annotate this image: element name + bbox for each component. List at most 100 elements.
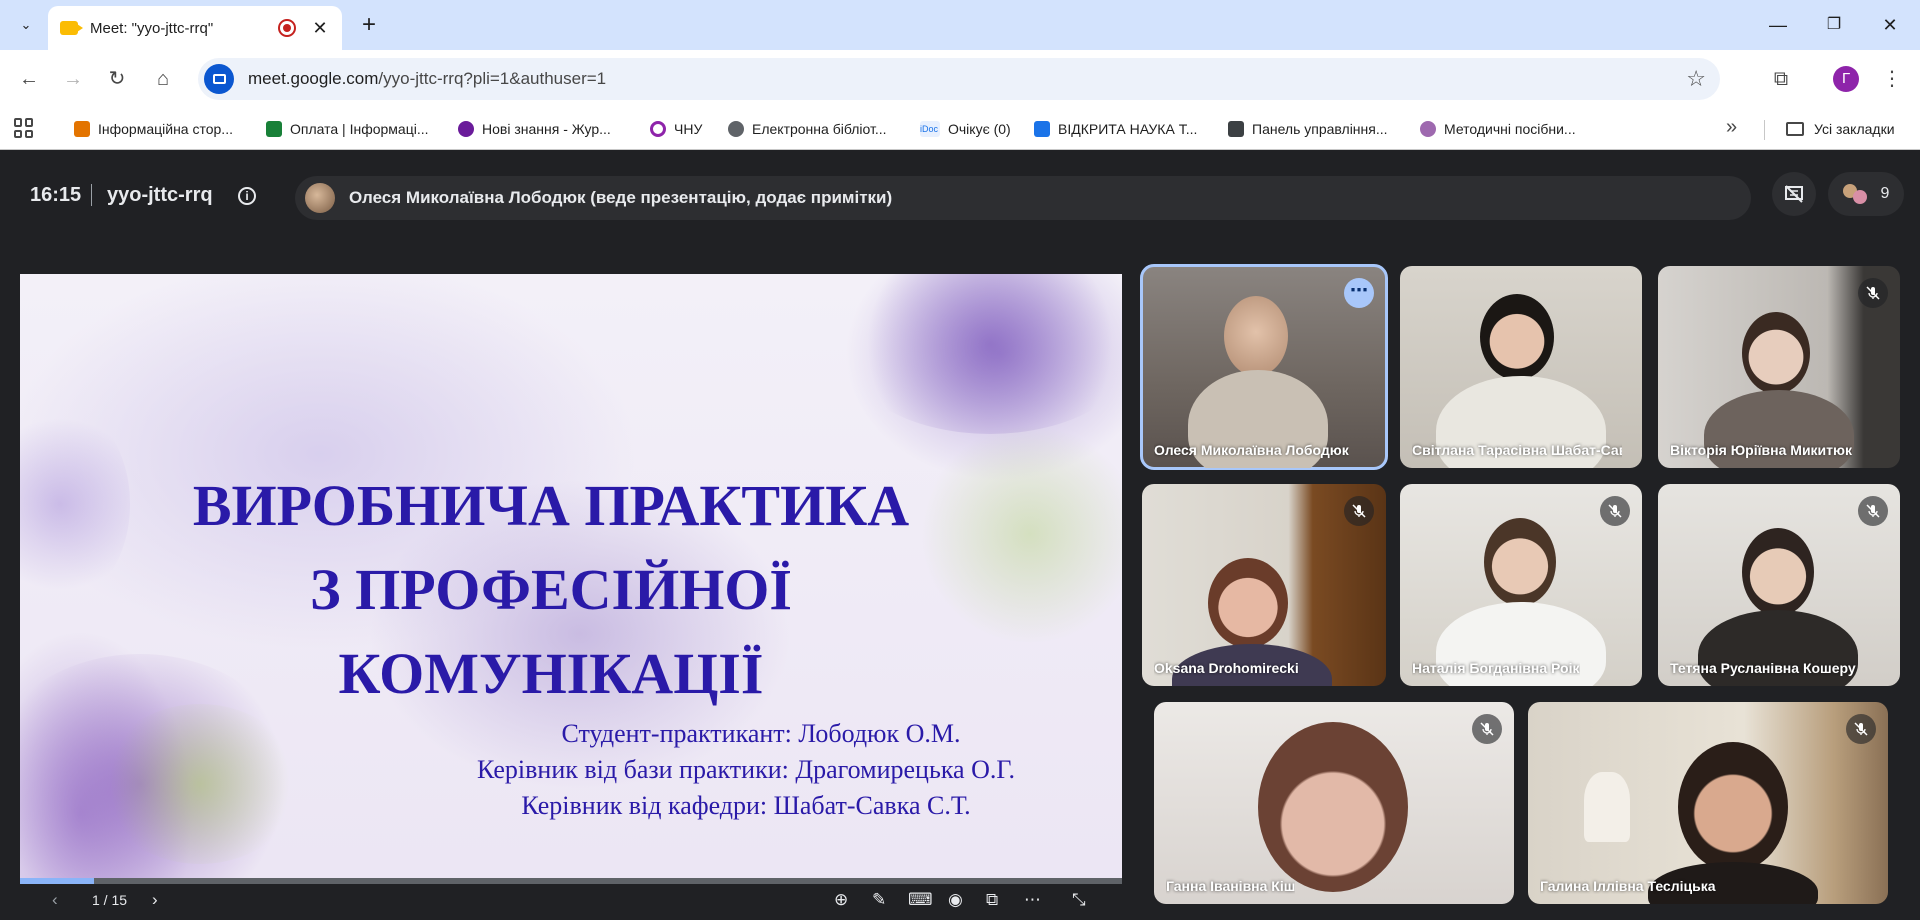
bookmark-star-icon[interactable]: ☆ xyxy=(1686,66,1706,92)
presenter-avatar xyxy=(305,183,335,213)
restore-button[interactable]: ❐ xyxy=(1814,10,1854,40)
broadcast-icon[interactable]: ◉ xyxy=(948,890,963,910)
all-bookmarks-label: Усі закладки xyxy=(1814,121,1895,137)
video-feed xyxy=(1480,294,1554,380)
bookmark-item[interactable]: ЧНУ xyxy=(650,116,702,142)
site-info-icon[interactable] xyxy=(204,64,234,94)
bookmark-label: ЧНУ xyxy=(674,121,703,137)
bookmark-favicon-icon: iDoc xyxy=(920,121,940,137)
slide-title-line: З ПРОФЕСІЙНОЇ xyxy=(309,557,792,622)
all-bookmarks-button[interactable]: Усі закладки xyxy=(1786,116,1895,142)
trident-icon xyxy=(1228,121,1244,137)
muted-mic-icon xyxy=(1600,496,1630,526)
participant-name: Наталія Богданівна Роік xyxy=(1412,660,1580,676)
url-domain: meet.google.com xyxy=(248,69,379,88)
address-bar[interactable]: meet.google.com/yyo-jttc-rrq?pli=1&authu… xyxy=(198,58,1720,100)
lamp-decoration xyxy=(1584,772,1630,842)
muted-mic-icon xyxy=(1344,496,1374,526)
more-options-icon[interactable]: ⋯ xyxy=(1024,890,1041,910)
slide-title: ВИРОБНИЧА ПРАКТИКА З ПРОФЕСІЙНОЇ КОМУНІК… xyxy=(20,464,1122,716)
participant-tile[interactable]: ⋯ Олеся Миколаївна Лободюк xyxy=(1140,264,1388,470)
bookmark-favicon-icon xyxy=(1420,121,1436,137)
meet-call: 16:15 yyo-jttc-rrq i Олеся Миколаївна Ло… xyxy=(0,150,1920,920)
video-feed xyxy=(1678,742,1788,872)
tab-meet[interactable]: Meet: "yyo-jttc-rrq" ✕ xyxy=(48,6,342,50)
new-tab-button[interactable]: + xyxy=(354,10,384,40)
video-feed xyxy=(1224,296,1288,376)
credit-line: Керівник від бази практики: Драгомирецьк… xyxy=(477,755,1015,784)
bookmark-item[interactable]: Методичні посібни... xyxy=(1420,116,1576,142)
previous-slide-button[interactable]: ‹ xyxy=(52,890,58,910)
globe-icon xyxy=(728,121,744,137)
close-tab-button[interactable]: ✕ xyxy=(310,18,330,39)
next-slide-button[interactable]: › xyxy=(152,890,158,910)
home-button[interactable]: ⌂ xyxy=(148,64,178,94)
meeting-code: yyo-jttc-rrq xyxy=(107,184,213,206)
more-bookmarks-chevron-icon[interactable]: » xyxy=(1726,116,1737,139)
bookmark-item[interactable]: iDoc Очікує (0) xyxy=(920,116,1011,142)
participants-button[interactable]: 9 xyxy=(1828,172,1904,216)
zoom-in-icon[interactable]: ⊕ xyxy=(834,890,848,910)
bookmark-label: Панель управління... xyxy=(1252,121,1388,137)
participant-tile[interactable]: Oksana Drohomirecki xyxy=(1142,484,1386,686)
credit-line: Керівник від кафедри: Шабат-Савка С.Т. xyxy=(521,791,971,820)
meet-logo-icon xyxy=(60,21,83,35)
tab-search-button[interactable]: ⌄ xyxy=(12,11,40,39)
bookmark-item[interactable]: Оплата | Інформаці... xyxy=(266,116,429,142)
participant-tile[interactable]: Тетяна Русланівна Кошеру xyxy=(1658,484,1900,686)
bookmark-item[interactable]: Нові знання - Жур... xyxy=(458,116,611,142)
close-window-button[interactable]: ✕ xyxy=(1870,10,1910,40)
slide-controls: ‹ 1 / 15 › ⊕ ✎ ⌨ ◉ ⧉ ⋯ ⤡ xyxy=(20,884,1122,920)
keyboard-icon[interactable]: ⌨ xyxy=(908,890,933,910)
tile-options-button[interactable]: ⋯ xyxy=(1344,278,1374,308)
screen-share-off-button[interactable] xyxy=(1772,172,1816,216)
bookmark-item[interactable]: Електронна бібліот... xyxy=(728,116,887,142)
video-feed xyxy=(1742,528,1814,616)
participant-tile[interactable]: Світлана Тарасівна Шабат-Савка xyxy=(1400,266,1642,468)
presentation-slide: ВИРОБНИЧА ПРАКТИКА З ПРОФЕСІЙНОЇ КОМУНІК… xyxy=(20,274,1122,884)
folder-icon xyxy=(1786,122,1804,136)
video-feed xyxy=(1742,312,1810,394)
participant-tile[interactable]: Наталія Богданівна Роік xyxy=(1400,484,1642,686)
browser-toolbar: ← → ↻ ⌂ meet.google.com/yyo-jttc-rrq?pli… xyxy=(0,50,1920,108)
annotate-pen-icon[interactable]: ✎ xyxy=(872,890,886,910)
bookmark-label: Електронна бібліот... xyxy=(752,121,887,137)
presenter-banner: Олеся Миколаївна Лободюк (веде презентац… xyxy=(295,176,1751,220)
participant-tile[interactable]: Вікторія Юріївна Микитюк xyxy=(1658,266,1900,468)
bookmark-item[interactable]: Панель управління... xyxy=(1228,116,1388,142)
back-button[interactable]: ← xyxy=(14,64,44,94)
minimize-button[interactable]: — xyxy=(1758,10,1798,40)
slide-title-line: ВИРОБНИЧА ПРАКТИКА xyxy=(192,473,910,538)
bookmark-item[interactable]: ВІДКРИТА НАУКА Т... xyxy=(1034,116,1197,142)
header-divider xyxy=(91,184,92,206)
participant-tile[interactable]: Ганна Іванівна Кіш xyxy=(1154,702,1514,904)
slide-credits: Студент-практикант: Лободюк О.М. Керівни… xyxy=(396,716,1096,824)
lavender-decoration xyxy=(840,274,1122,434)
apps-grid-icon[interactable] xyxy=(14,118,34,138)
recording-indicator-icon xyxy=(278,19,296,37)
presenter-status: Олеся Миколаївна Лободюк (веде презентац… xyxy=(349,188,893,207)
exit-fullscreen-icon[interactable]: ⤡ xyxy=(1072,890,1086,910)
bookmarks-bar: Інформаційна стор... Оплата | Інформаці.… xyxy=(0,108,1920,150)
credit-line: Студент-практикант: Лободюк О.М. xyxy=(561,719,961,748)
forward-button[interactable]: → xyxy=(58,64,88,94)
participant-tile[interactable]: Галина Іллівна Тесліцька xyxy=(1528,702,1888,904)
copy-window-icon[interactable]: ⧉ xyxy=(986,890,998,910)
meeting-clock: 16:15 xyxy=(30,184,82,206)
participant-name: Oksana Drohomirecki xyxy=(1154,660,1299,676)
muted-mic-icon xyxy=(1858,496,1888,526)
bookmark-favicon-icon xyxy=(650,121,666,137)
profile-avatar[interactable]: Г xyxy=(1833,66,1859,92)
slide-title-line: КОМУНІКАЦІЇ xyxy=(338,641,764,706)
bookmark-label: ВІДКРИТА НАУКА Т... xyxy=(1058,121,1198,137)
participant-name: Тетяна Русланівна Кошеру xyxy=(1670,660,1856,676)
video-feed xyxy=(1208,558,1288,648)
bookmark-label: Очікує (0) xyxy=(948,121,1011,137)
extensions-puzzle-icon[interactable]: ⧉ xyxy=(1766,64,1796,94)
meeting-info-icon[interactable]: i xyxy=(238,187,256,205)
reload-button[interactable]: ↻ xyxy=(102,64,132,94)
bookmark-item[interactable]: Інформаційна стор... xyxy=(74,116,233,142)
browser-menu-button[interactable]: ⋮ xyxy=(1880,64,1904,94)
video-feed xyxy=(1258,722,1408,892)
bookmark-label: Нові знання - Жур... xyxy=(482,121,611,137)
